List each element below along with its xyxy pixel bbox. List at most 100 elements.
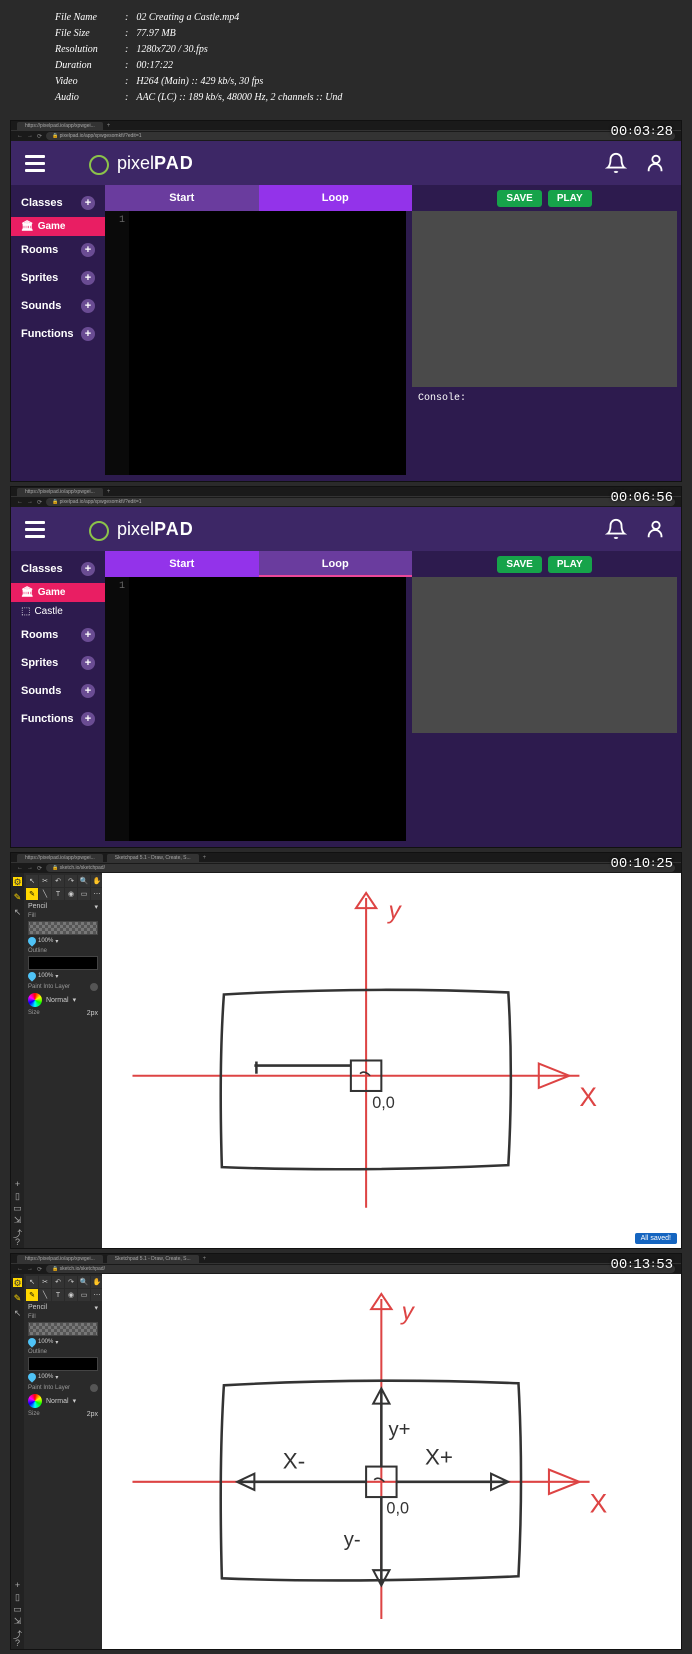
bucket-tool[interactable]: ◉ <box>65 1289 77 1301</box>
add-sprite-icon[interactable]: + <box>81 656 95 670</box>
settings-icon[interactable]: ⚙ <box>13 877 22 886</box>
play-button[interactable]: PLAY <box>548 190 592 207</box>
bucket-tool[interactable]: ◉ <box>65 888 77 900</box>
sidebar-classes[interactable]: Classes+ <box>11 555 105 583</box>
browser-tab[interactable]: https://pixelpad.io/app/xpwgei... <box>17 1255 103 1263</box>
sidebar-game[interactable]: 🏛 Game <box>11 583 105 602</box>
address-bar[interactable]: 🔒 sketch.io/sketchpad/ <box>46 864 675 872</box>
shape-tool[interactable]: ▭ <box>78 888 90 900</box>
undo-tool[interactable]: ↶ <box>52 1276 64 1288</box>
redo-tool[interactable]: ↷ <box>65 1276 77 1288</box>
menu-icon[interactable] <box>25 155 45 172</box>
color-wheel-icon[interactable] <box>28 1394 42 1408</box>
timestamp-4: 00:13:53 <box>611 1257 673 1273</box>
browser-tab[interactable]: https://pixelpad.io/app/xpwgei... <box>17 122 103 130</box>
sidebar-sprites[interactable]: Sprites+ <box>11 649 105 677</box>
add-room-icon[interactable]: + <box>81 628 95 642</box>
play-button[interactable]: PLAY <box>548 556 592 573</box>
bell-icon[interactable] <box>605 518 627 540</box>
sidebar-functions[interactable]: Functions+ <box>11 320 105 348</box>
sidebar-functions[interactable]: Functions+ <box>11 705 105 733</box>
add-sound-icon[interactable]: + <box>81 684 95 698</box>
crop-tool[interactable]: ✂ <box>39 875 51 887</box>
add-sprite-icon[interactable]: + <box>81 271 95 285</box>
code-editor[interactable]: 1 <box>105 211 406 475</box>
address-bar[interactable]: 🔒 sketch.io/sketchpad/ <box>46 1265 675 1273</box>
label-audio: Audio <box>55 90 125 106</box>
crop-tool[interactable]: ✂ <box>39 1276 51 1288</box>
select-tool[interactable]: ↖ <box>26 1276 38 1288</box>
tab-loop[interactable]: Loop <box>259 551 413 577</box>
tab-start[interactable]: Start <box>105 551 259 577</box>
text-tool[interactable]: T <box>52 888 64 900</box>
tab-loop[interactable]: Loop <box>259 185 413 211</box>
cursor-icon[interactable]: ↖ <box>13 1308 22 1317</box>
save-button[interactable]: SAVE <box>497 556 542 573</box>
tab-start[interactable]: Start <box>105 185 259 211</box>
save-button[interactable]: SAVE <box>497 190 542 207</box>
sidebar-rooms[interactable]: Rooms+ <box>11 621 105 649</box>
browser-tab[interactable]: https://pixelpad.io/app/xpwgei... <box>17 488 103 496</box>
address-bar[interactable]: 🔒 pixelpad.io/app/xpwgesomkfi/?edit=1 <box>46 132 675 140</box>
help-icon[interactable]: ? <box>13 1638 22 1647</box>
pen-tool-icon[interactable]: ✎ <box>13 892 22 901</box>
sidebar-castle[interactable]: ⬚ Castle <box>11 602 105 621</box>
settings-icon[interactable]: ⚙ <box>13 1278 22 1287</box>
address-bar[interactable]: 🔒 pixelpad.io/app/xpwgesomkfi/?edit=1 <box>46 498 675 506</box>
user-icon[interactable] <box>645 518 667 540</box>
code-editor[interactable]: 1 <box>105 577 406 841</box>
canvas[interactable]: y X 0,0 y+ y- X- <box>102 1274 681 1649</box>
brush-tool[interactable]: ╲ <box>39 1289 51 1301</box>
add-class-icon[interactable]: + <box>81 562 95 576</box>
shape-tool[interactable]: ▭ <box>78 1289 90 1301</box>
search-tool[interactable]: 🔍 <box>78 875 90 887</box>
browser-tab-2[interactable]: Sketchpad 5.1 - Draw, Create, S... <box>107 1255 199 1263</box>
user-icon[interactable] <box>645 152 667 174</box>
toggle-icon[interactable] <box>90 983 98 991</box>
select-tool[interactable]: ↖ <box>26 875 38 887</box>
sidebar-classes[interactable]: Classes+ <box>11 189 105 217</box>
bell-icon[interactable] <box>605 152 627 174</box>
fill-swatch[interactable] <box>28 1322 98 1336</box>
sidebar-sounds[interactable]: Sounds+ <box>11 292 105 320</box>
sidebar-game[interactable]: 🏛 Game <box>11 217 105 236</box>
sidebar-sounds[interactable]: Sounds+ <box>11 677 105 705</box>
layers-icon[interactable]: ▯ <box>13 1592 22 1601</box>
layers-icon[interactable]: ▯ <box>13 1191 22 1200</box>
tool-panel: ↖ ✂ ↶ ↷ 🔍 ✋ ✎ ╲ T ◉ ▭ ⋯ Pencil ▾ Fill <box>24 873 102 1248</box>
pencil-tool[interactable]: ✎ <box>26 888 38 900</box>
add-room-icon[interactable]: + <box>81 243 95 257</box>
redo-tool[interactable]: ↷ <box>65 875 77 887</box>
add-sound-icon[interactable]: + <box>81 299 95 313</box>
add-icon[interactable]: + <box>13 1179 22 1188</box>
add-icon[interactable]: + <box>13 1580 22 1589</box>
add-function-icon[interactable]: + <box>81 327 95 341</box>
menu-icon[interactable] <box>25 521 45 538</box>
add-function-icon[interactable]: + <box>81 712 95 726</box>
brush-tool[interactable]: ╲ <box>39 888 51 900</box>
export-icon[interactable]: ⇲ <box>13 1616 22 1625</box>
pencil-tool[interactable]: ✎ <box>26 1289 38 1301</box>
outline-swatch[interactable] <box>28 1357 98 1371</box>
share-icon[interactable]: ⤴ <box>13 1628 22 1637</box>
color-wheel-icon[interactable] <box>28 993 42 1007</box>
undo-tool[interactable]: ↶ <box>52 875 64 887</box>
search-tool[interactable]: 🔍 <box>78 1276 90 1288</box>
sidebar-rooms[interactable]: Rooms+ <box>11 236 105 264</box>
canvas[interactable]: y X 0,0 All saved! <box>102 873 681 1248</box>
fill-swatch[interactable] <box>28 921 98 935</box>
browser-tab-2[interactable]: Sketchpad 5.1 - Draw, Create, S... <box>107 854 199 862</box>
share-icon[interactable]: ⤴ <box>13 1227 22 1236</box>
text-tool[interactable]: T <box>52 1289 64 1301</box>
export-icon[interactable]: ⇲ <box>13 1215 22 1224</box>
toggle-icon[interactable] <box>90 1384 98 1392</box>
pen-tool-icon[interactable]: ✎ <box>13 1293 22 1302</box>
folder-icon[interactable]: ▭ <box>13 1604 22 1613</box>
add-class-icon[interactable]: + <box>81 196 95 210</box>
outline-swatch[interactable] <box>28 956 98 970</box>
sidebar-sprites[interactable]: Sprites+ <box>11 264 105 292</box>
folder-icon[interactable]: ▭ <box>13 1203 22 1212</box>
help-icon[interactable]: ? <box>13 1237 22 1246</box>
browser-tab[interactable]: https://pixelpad.io/app/xpwgei... <box>17 854 103 862</box>
cursor-icon[interactable]: ↖ <box>13 907 22 916</box>
